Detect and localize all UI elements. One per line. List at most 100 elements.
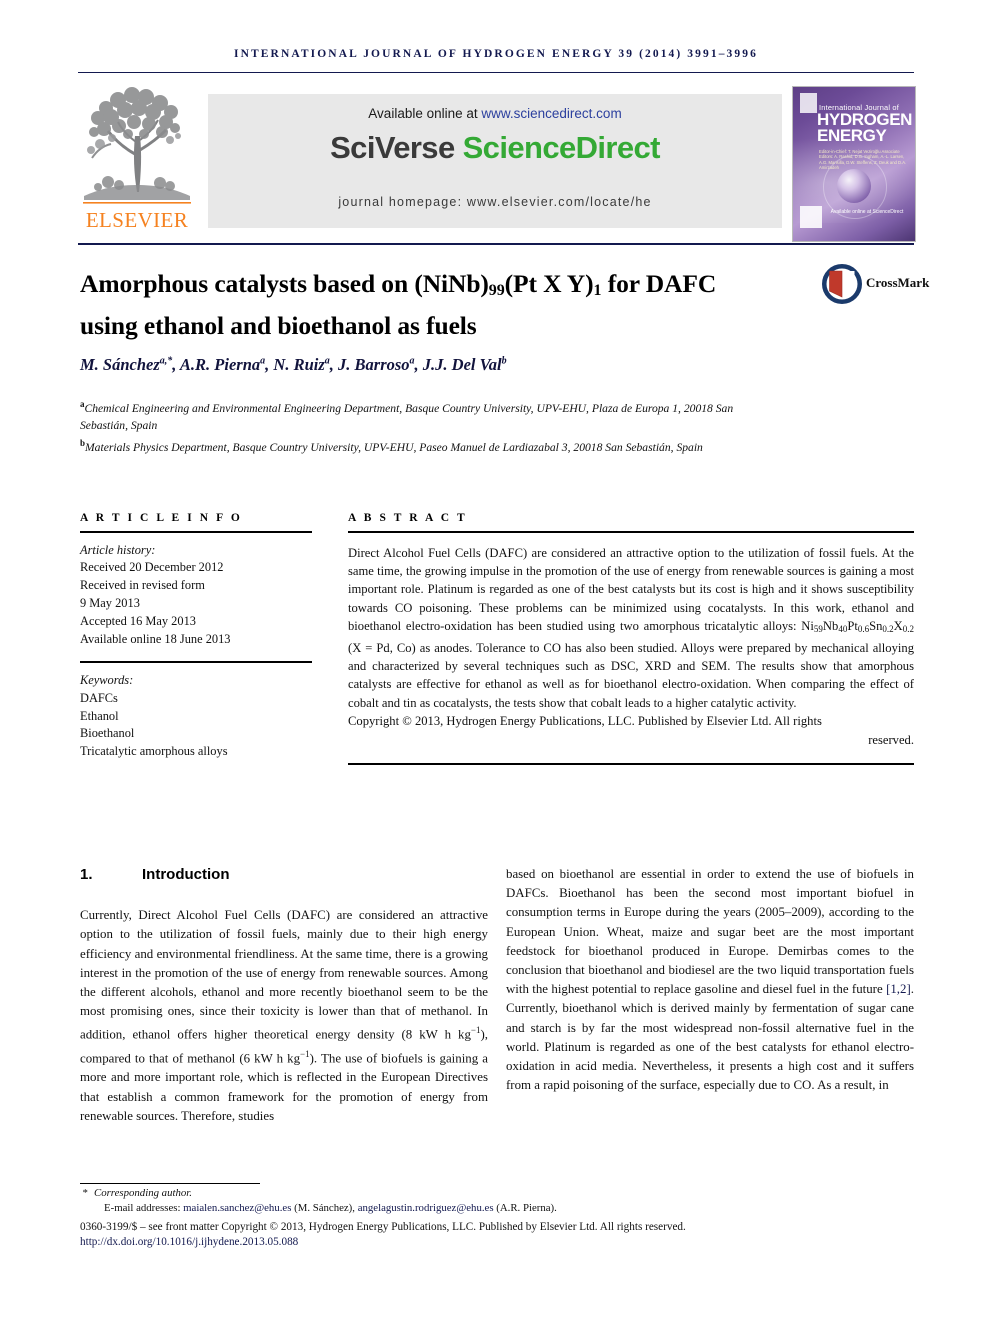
article-info-heading: A R T I C L E I N F O — [80, 512, 243, 524]
formula-el-sn: Sn — [869, 619, 883, 634]
abstract-text: Direct Alcohol Fuel Cells (DAFC) are con… — [348, 544, 914, 713]
email-link-sanchez[interactable]: maialen.sanchez@ehu.es — [183, 1202, 291, 1214]
available-online-line: Available online at www.sciencedirect.co… — [208, 106, 782, 121]
formula-sub-sn: 0.2 — [882, 624, 894, 635]
formula-sub-ni: 59 — [813, 624, 823, 635]
author-list: M. Sáncheza,*, A.R. Piernaa, N. Ruiza, J… — [80, 355, 507, 374]
journal-cover-thumbnail: International Journal of HYDROGEN ENERGY… — [792, 86, 916, 242]
header-rule — [78, 72, 914, 73]
footnote-rule — [80, 1183, 260, 1184]
cover-editors: Editor-in-Chief: T. Nejat Veziroğlu Asso… — [819, 149, 907, 171]
author-3: N. Ruiza — [273, 355, 330, 374]
keywords-block: Keywords: DAFCs Ethanol Bioethanol Trica… — [80, 661, 312, 761]
section-title: Introduction — [142, 866, 230, 883]
formula-el-x: X — [893, 619, 903, 634]
cover-sphere — [837, 169, 871, 203]
keywords-label: Keywords: — [80, 672, 134, 687]
journal-article-page: International Journal of Hydrogen Energy… — [0, 0, 992, 1323]
masthead-rule — [78, 243, 914, 245]
crossmark-label: CrossMark — [866, 275, 930, 290]
cover-journal-title: HYDROGEN ENERGY — [817, 111, 913, 145]
abstract-column: A B S T R A C T Direct Alcohol Fuel Cell… — [348, 512, 914, 765]
available-online-text: Available online at — [368, 106, 482, 121]
section-number: 1. — [80, 866, 93, 883]
formula-sub-nb: 40 — [838, 624, 848, 635]
history-item: Received in revised form — [80, 578, 205, 593]
cover-elsevier-mark — [800, 93, 817, 113]
keyword-item: DAFCs — [80, 690, 118, 705]
email-addresses-line: E-mail addresses: maialen.sanchez@ehu.es… — [80, 1201, 916, 1216]
abstract-copyright: Copyright © 2013, Hydrogen Energy Public… — [348, 712, 914, 749]
title-sub-1: 1 — [593, 282, 602, 299]
introduction-left-column: 1. Introduction Currently, Direct Alcoho… — [80, 865, 488, 1126]
formula-sub-pt: 0.6 — [857, 624, 870, 635]
history-item: Received 20 December 2012 — [80, 560, 224, 575]
elsevier-wordmark: ELSEVIER — [85, 208, 189, 232]
abstract-rule — [348, 531, 914, 533]
title-part-1: Amorphous catalysts based on (NiNb) — [80, 269, 489, 298]
article-info-column: A R T I C L E I N F O Article history: R… — [80, 512, 312, 761]
copyright-text: Copyright © 2013, Hydrogen Energy Public… — [348, 714, 822, 729]
intro-exponent-2: −1 — [300, 1048, 310, 1059]
affiliation-list: aChemical Engineering and Environmental … — [80, 396, 780, 456]
history-item: Accepted 16 May 2013 — [80, 613, 196, 628]
asterisk-marker: * — [82, 1187, 88, 1199]
author-5: J.J. Del Valb — [422, 355, 507, 374]
formula-el-pt: Pt — [847, 619, 858, 634]
abstract-bottom-rule — [348, 763, 914, 765]
keyword-item: Bioethanol — [80, 726, 135, 741]
author-4: J. Barrosoa — [338, 355, 415, 374]
article-history-label: Article history: — [80, 542, 156, 557]
article-info-rule — [80, 531, 312, 533]
keyword-item: Tricatalytic amorphous alloys — [80, 744, 228, 759]
crossmark-icon — [822, 264, 862, 304]
abstract-part-2: (X = Pd, Co) as anodes. Tolerance to CO … — [348, 640, 914, 710]
section-heading-introduction: 1. Introduction — [80, 865, 488, 884]
email-owner-1: (M. Sánchez), — [291, 1202, 358, 1215]
corresponding-author-note: * Corresponding author. — [80, 1186, 916, 1201]
introduction-paragraph-right: based on bioethanol are essential in ord… — [506, 865, 914, 1095]
title-sub-99: 99 — [488, 282, 505, 299]
elsevier-logo: ELSEVIER — [78, 84, 196, 242]
doi-link[interactable]: http://dx.doi.org/10.1016/j.ijhydene.201… — [80, 1235, 916, 1250]
sciencedirect-link[interactable]: www.sciencedirect.com — [481, 106, 621, 121]
author-2: A.R. Piernaa — [179, 355, 266, 374]
history-item: 9 May 2013 — [80, 595, 140, 610]
cover-title-line2: ENERGY — [817, 126, 887, 145]
title-part-2: (Pt X Y) — [504, 269, 594, 298]
article-history: Article history: Received 20 December 20… — [80, 542, 312, 649]
keywords-rule — [80, 661, 312, 663]
email-label: E-mail addresses: — [104, 1202, 184, 1215]
citation-link[interactable]: [1,2] — [886, 982, 911, 996]
intro-right-part-2: . Currently, bioethanol which is derived… — [506, 982, 914, 1093]
cover-ihe-logo — [800, 206, 822, 228]
sciencedirect-text: ScienceDirect — [462, 130, 661, 165]
crossmark-badge[interactable]: CrossMark — [822, 262, 929, 324]
footnote-block: * Corresponding author. E-mail addresses:… — [80, 1186, 916, 1251]
cover-sciencedirect-mark: Available online at ScienceDirect — [830, 209, 904, 215]
introduction-right-column: based on bioethanol are essential in ord… — [506, 865, 914, 1095]
copyright-reserved: reserved. — [868, 732, 914, 747]
elsevier-tree-icon — [83, 87, 191, 204]
email-owner-2: (A.R. Pierna). — [493, 1202, 557, 1215]
introduction-paragraph-left: Currently, Direct Alcohol Fuel Cells (DA… — [80, 906, 488, 1126]
sciverse-text: SciVerse — [330, 130, 463, 165]
intro-right-part-1: based on bioethanol are essential in ord… — [506, 867, 914, 997]
sciencedirect-banner: Available online at www.sciencedirect.co… — [208, 94, 782, 228]
email-link-pierna[interactable]: angelagustin.rodriguez@ehu.es — [358, 1202, 494, 1214]
abstract-paragraph: Direct Alcohol Fuel Cells (DAFC) are con… — [348, 544, 914, 713]
formula-el-nb: Nb — [822, 619, 839, 634]
corresponding-author-text: Corresponding author. — [94, 1187, 192, 1199]
intro-left-part-1: Currently, Direct Alcohol Fuel Cells (DA… — [80, 908, 488, 1042]
author-1: M. Sáncheza,* — [80, 355, 173, 374]
issn-copyright-line: 0360-3199/$ – see front matter Copyright… — [80, 1220, 686, 1233]
affiliation-a: aChemical Engineering and Environmental … — [80, 399, 734, 433]
keyword-item: Ethanol — [80, 708, 119, 723]
page-title: Amorphous catalysts based on (NiNb)99(Pt… — [80, 266, 740, 343]
sciverse-sciencedirect-logo: SciVerse ScienceDirect — [208, 130, 782, 166]
affiliation-b: bMaterials Physics Department, Basque Co… — [80, 437, 703, 454]
journal-homepage-line: journal homepage: www.elsevier.com/locat… — [338, 195, 652, 209]
formula-sub-x: 0.2 — [902, 624, 914, 635]
abstract-heading: A B S T R A C T — [348, 512, 468, 524]
running-head: International Journal of Hydrogen Energy… — [234, 48, 758, 60]
